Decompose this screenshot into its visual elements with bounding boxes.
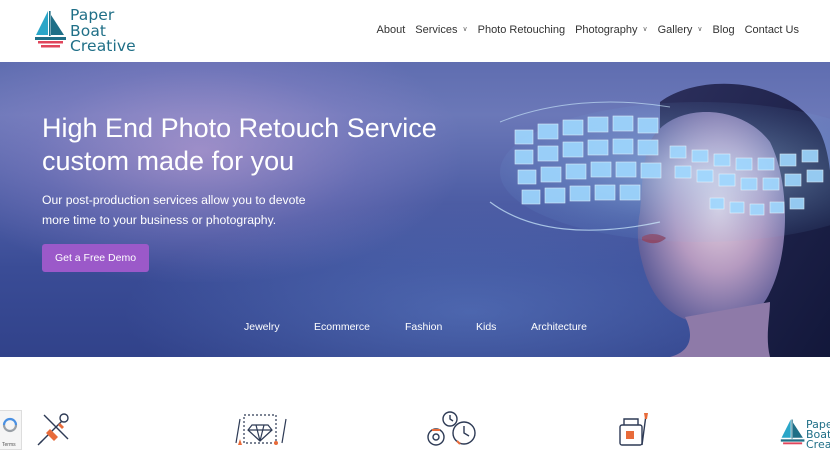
nav-label: Gallery	[657, 24, 693, 36]
nav-photo-retouching[interactable]: Photo Retouching	[478, 24, 565, 36]
footer-logo-line-3: Creative	[806, 438, 830, 450]
nav-label: Photo Retouching	[477, 24, 566, 36]
hero-title-line-2: custom made for you	[42, 146, 295, 176]
nav-photography[interactable]: Photography ∨	[575, 24, 648, 36]
nav-blog[interactable]: Blog	[713, 24, 735, 36]
paint-supplies-icon	[619, 413, 648, 446]
nav-gallery[interactable]: Gallery ∨	[658, 24, 703, 36]
gears-clock-icon	[427, 411, 476, 446]
sailboat-icon	[35, 11, 66, 48]
footer-logo: Paper Boat Creative	[778, 418, 830, 450]
footer-logo-wordmark: Paper Boat Creative	[806, 419, 830, 450]
hero-face-image	[489, 83, 830, 357]
recaptcha-icon	[2, 417, 18, 433]
nav-about[interactable]: About	[377, 24, 406, 36]
hero-title: High End Photo Retouch Service custom ma…	[42, 112, 437, 178]
nav-label: Services	[415, 24, 458, 36]
hero-banner: High End Photo Retouch Service custom ma…	[0, 62, 830, 357]
recaptcha-terms-link[interactable]: Terms	[2, 442, 16, 448]
features-section	[0, 357, 830, 450]
site-logo[interactable]: Paper Boat Creative	[34, 7, 149, 55]
hero-subtitle-line-2: more time to your business or photograph…	[42, 213, 277, 227]
nav-contact-us[interactable]: Contact Us	[745, 24, 799, 36]
tools-icon	[37, 413, 69, 446]
site-header: Paper Boat Creative About Services ∨ Pho…	[0, 0, 830, 62]
main-nav: About Services ∨ Photo Retouching Photog…	[367, 24, 799, 36]
get-free-demo-button[interactable]: Get a Free Demo	[42, 244, 149, 272]
chevron-down-icon: ∨	[462, 26, 468, 33]
nav-label: Photography	[575, 24, 638, 36]
logo-wordmark: Paper Boat Creative	[70, 7, 136, 55]
hero-subtitle-line-1: Our post-production services allow you t…	[42, 193, 306, 207]
sailboat-icon	[780, 419, 805, 445]
category-fashion[interactable]: Fashion	[405, 321, 442, 333]
nav-label: Blog	[712, 24, 735, 36]
chevron-down-icon: ∨	[642, 26, 648, 33]
category-jewelry[interactable]: Jewelry	[244, 321, 280, 333]
nav-label: About	[376, 24, 406, 36]
logo-line-3: Creative	[70, 37, 136, 55]
diamond-sketch-icon	[235, 414, 287, 445]
hero-subtitle: Our post-production services allow you t…	[42, 190, 342, 230]
nav-label: Contact Us	[744, 24, 799, 36]
category-kids[interactable]: Kids	[476, 321, 496, 333]
chevron-down-icon: ∨	[697, 26, 703, 33]
nav-services[interactable]: Services ∨	[415, 24, 467, 36]
hero-title-line-1: High End Photo Retouch Service	[42, 113, 437, 143]
category-architecture[interactable]: Architecture	[531, 321, 587, 333]
category-ecommerce[interactable]: Ecommerce	[314, 321, 370, 333]
